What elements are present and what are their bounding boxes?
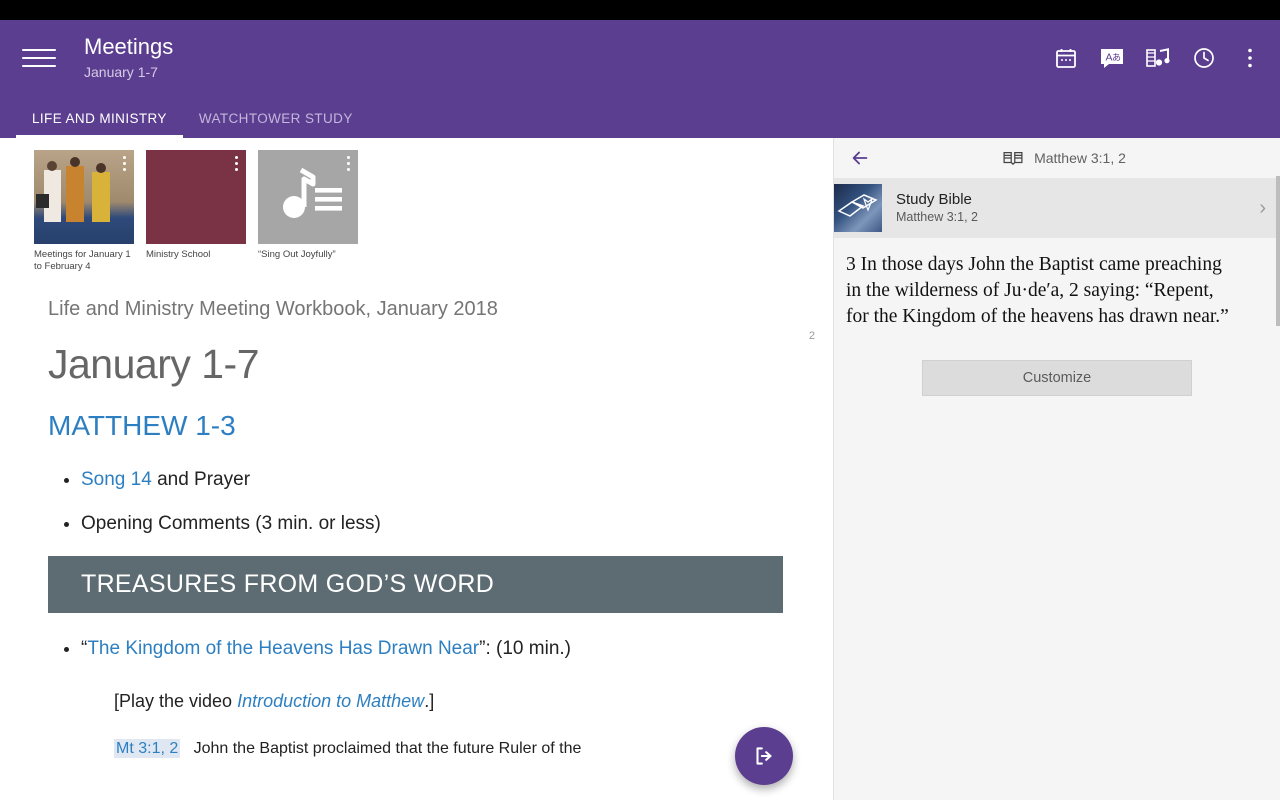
side-panel-header: Matthew 3:1, 2	[834, 138, 1280, 178]
history-icon[interactable]	[1188, 42, 1220, 74]
study-bible-thumbnail	[834, 184, 882, 232]
scripture-reference-heading[interactable]: MATTHEW 1-3	[48, 410, 783, 442]
svg-text:あ: あ	[1112, 53, 1121, 64]
document-panel[interactable]: Meetings for January 1 to February 4 Min…	[0, 138, 833, 800]
side-panel-title: Matthew 3:1, 2	[1034, 150, 1126, 166]
study-bible-card[interactable]: Study Bible Matthew 3:1, 2 ›	[834, 178, 1280, 238]
thumbnail-caption: Meetings for January 1 to February 4	[34, 249, 131, 272]
video-note: [Play the video Introduction to Matthew.…	[114, 691, 783, 712]
page-subtitle: January 1-7	[84, 64, 158, 80]
thumb-meetings-image[interactable]	[34, 150, 134, 244]
tab-life-and-ministry[interactable]: LIFE AND MINISTRY	[16, 111, 183, 138]
section-heading: TREASURES FROM GOD’S WORD	[48, 556, 783, 613]
calendar-icon[interactable]	[1050, 42, 1082, 74]
thumb-ministry-school-image[interactable]	[146, 150, 246, 244]
app-bar-titles: Meetings January 1-7	[84, 34, 1050, 82]
page-title: Meetings	[84, 34, 174, 59]
date-heading: January 1-7	[48, 341, 260, 387]
thumbnail-card[interactable]: “Sing Out Joyfully”	[258, 150, 358, 272]
side-panel: Matthew 3:1, 2 Study Bible Matthew 3:1, …	[833, 138, 1280, 800]
content-split: Meetings for January 1 to February 4 Min…	[0, 138, 1280, 800]
verse-reference-link[interactable]: Mt 3:1, 2	[114, 739, 181, 758]
verse-commentary-text: John the Baptist proclaimed that the fut…	[193, 740, 582, 757]
study-bible-subtitle: Matthew 3:1, 2	[896, 210, 978, 224]
media-icon[interactable]	[1142, 42, 1174, 74]
exit-arrow-icon	[756, 747, 772, 765]
thumb-overflow-icon[interactable]	[347, 156, 350, 171]
thumb-sing-out-joyfully-image[interactable]	[258, 150, 358, 244]
back-arrow-icon[interactable]	[848, 146, 872, 170]
app-root: Meetings January 1-7 A あ LIFE AND MINIST…	[0, 0, 1280, 800]
tab-watchtower-study[interactable]: WATCHTOWER STUDY	[183, 111, 369, 138]
list-item-text: and Prayer	[151, 469, 251, 490]
video-note-pre: [Play the video	[114, 691, 238, 711]
opening-list: Song 14 and Prayer Opening Comments (3 m…	[48, 468, 783, 536]
video-title-link[interactable]: Introduction to Matthew	[237, 691, 424, 711]
document-page: 2 Life and Ministry Meeting Workbook, Ja…	[0, 272, 833, 758]
thumb-overflow-icon[interactable]	[235, 156, 238, 171]
list-item-text: ”: (10 min.)	[479, 638, 571, 659]
tab-bar: LIFE AND MINISTRY WATCHTOWER STUDY	[0, 96, 1280, 138]
publication-title: Life and Ministry Meeting Workbook, Janu…	[48, 298, 498, 320]
list-item: “The Kingdom of the Heavens Has Drawn Ne…	[81, 637, 783, 661]
open-external-fab[interactable]	[735, 727, 793, 785]
song-link[interactable]: Song 14	[81, 469, 152, 490]
thumbnail-caption: “Sing Out Joyfully”	[258, 249, 336, 260]
chevron-right-icon[interactable]: ›	[1259, 197, 1270, 220]
treasures-list: “The Kingdom of the Heavens Has Drawn Ne…	[48, 637, 783, 661]
thumbnail-strip: Meetings for January 1 to February 4 Min…	[0, 138, 833, 272]
overflow-menu-icon[interactable]	[1234, 42, 1266, 74]
thumb-overflow-icon[interactable]	[123, 156, 126, 171]
customize-button[interactable]: Customize	[922, 360, 1192, 396]
side-panel-scrollbar[interactable]	[1276, 176, 1280, 326]
thumbnail-caption: Ministry School	[146, 249, 211, 260]
list-item-text: Opening Comments (3 min. or less)	[81, 513, 381, 534]
hamburger-icon[interactable]	[22, 41, 56, 75]
video-note-post: .]	[424, 691, 435, 711]
study-bible-title: Study Bible	[896, 191, 972, 208]
side-panel-title-group: Matthew 3:1, 2	[886, 150, 1242, 166]
status-bar	[0, 0, 1280, 20]
app-bar-actions: A あ	[1050, 42, 1266, 74]
page-number: 2	[808, 330, 815, 342]
verse-commentary-line: Mt 3:1, 2 John the Baptist proclaimed th…	[114, 739, 783, 758]
list-item: Opening Comments (3 min. or less)	[81, 512, 783, 536]
open-book-icon	[1003, 152, 1023, 166]
treasure-article-link[interactable]: The Kingdom of the Heavens Has Drawn Nea…	[87, 638, 479, 659]
thumbnail-card[interactable]: Ministry School	[146, 150, 246, 272]
study-bible-text: Study Bible Matthew 3:1, 2	[896, 190, 1245, 226]
language-icon[interactable]: A あ	[1096, 42, 1128, 74]
music-note-icon	[283, 167, 342, 218]
scripture-text: 3 In those days John the Baptist came pr…	[846, 254, 1229, 327]
app-bar: Meetings January 1-7 A あ	[0, 20, 1280, 96]
list-item: Song 14 and Prayer	[81, 468, 783, 492]
thumbnail-card[interactable]: Meetings for January 1 to February 4	[34, 150, 134, 272]
